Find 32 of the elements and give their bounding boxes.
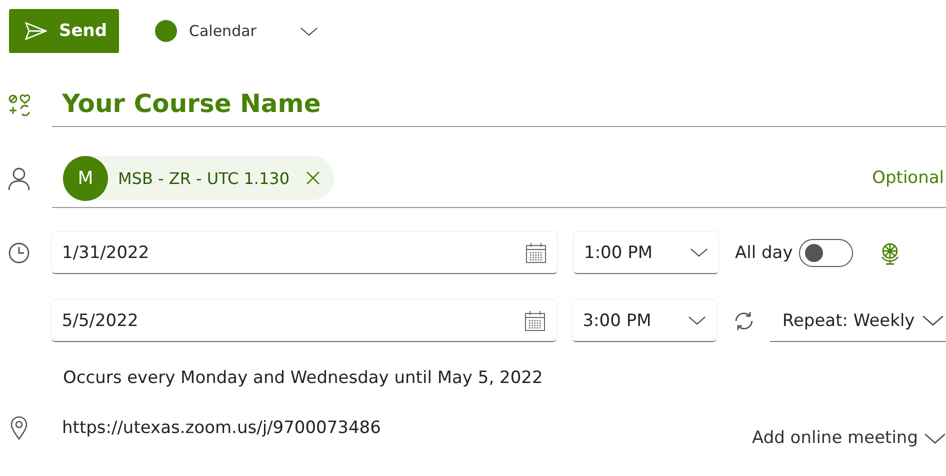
start-time-dropdown[interactable]: 1:00 PM (574, 232, 718, 274)
location-pin-icon (10, 416, 28, 440)
avatar: M (63, 156, 108, 200)
calendar-icon (525, 242, 547, 264)
optional-link[interactable]: Optional (872, 168, 944, 188)
category-icon (8, 94, 30, 116)
attendee-name: MSB - ZR - UTC 1.130 (118, 168, 290, 188)
repeat-icon (733, 310, 756, 332)
calendar-picker[interactable]: Calendar (155, 20, 318, 42)
all-day-label: All day (735, 243, 793, 263)
end-date-field[interactable]: 5/5/2022 (52, 300, 556, 342)
repeat-dropdown[interactable]: Repeat: Weekly (770, 300, 946, 342)
close-icon[interactable] (306, 171, 320, 185)
attendee-chip[interactable]: M MSB - ZR - UTC 1.130 (63, 156, 334, 200)
send-button[interactable]: Send (9, 9, 119, 53)
calendar-icon (524, 310, 546, 332)
globe-icon[interactable] (878, 241, 901, 265)
all-day-toggle[interactable] (798, 239, 853, 267)
recurrence-note: Occurs every Monday and Wednesday until May 5, 2022 (62, 368, 544, 388)
add-online-meeting-dropdown[interactable]: Add online meeting (752, 428, 946, 448)
start-date-field[interactable]: 1/31/2022 (52, 232, 557, 274)
chevron-down-icon (922, 315, 944, 326)
clock-icon (8, 242, 30, 264)
chevron-down-icon (688, 316, 706, 325)
send-icon (25, 22, 47, 40)
location-text[interactable]: https://utexas.zoom.us/j/9700073486 (52, 418, 381, 438)
end-time-dropdown[interactable]: 3:00 PM (572, 300, 716, 342)
chevron-down-icon (300, 26, 318, 36)
chevron-down-icon (924, 432, 946, 444)
event-title[interactable]: Your Course Name (52, 83, 946, 127)
person-icon (8, 166, 30, 190)
chevron-down-icon (690, 248, 708, 257)
